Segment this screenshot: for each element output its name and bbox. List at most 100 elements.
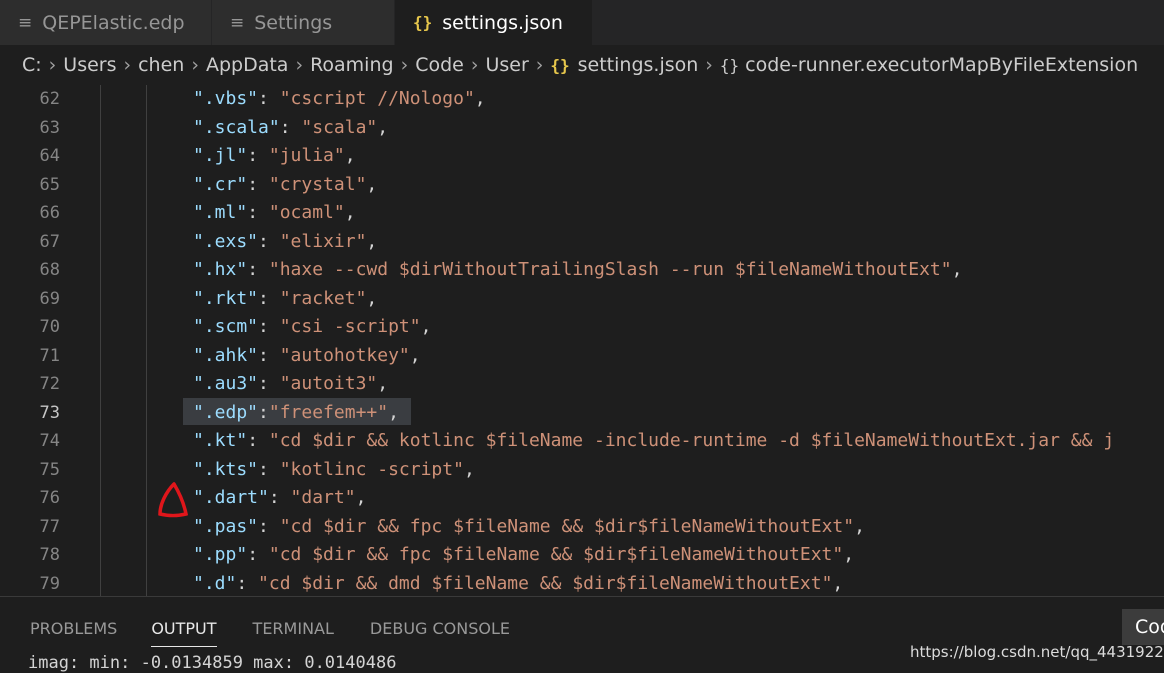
line-number: 69 <box>39 288 60 309</box>
chevron-right-icon: › <box>123 54 132 76</box>
tab-debug-console[interactable]: DEBUG CONSOLE <box>370 597 510 659</box>
json-comma: , <box>854 515 865 537</box>
code-line[interactable]: ".ahk": "autohotkey", <box>193 342 1164 370</box>
json-key: ".exs" <box>193 230 259 252</box>
code-line[interactable]: ".pas": "cd $dir && fpc $fileName && $di… <box>193 513 1164 541</box>
code-line[interactable]: ".vbs": "cscript //Nologo", <box>193 85 1164 113</box>
json-colon: : <box>279 116 302 138</box>
line-number: 67 <box>39 231 60 252</box>
json-colon: : <box>258 88 280 109</box>
json-colon: : <box>247 202 269 223</box>
json-string-value: "elixir" <box>279 230 367 252</box>
code-line[interactable]: ".kt": "cd $dir && kotlinc $fileName -in… <box>193 427 1164 455</box>
indent-guide <box>100 85 101 596</box>
line-number-gutter: 62 63 64 65 66 67 68 69 70 71 72 73 74 75 76 77 78 79 <box>0 85 100 596</box>
breadcrumb-item[interactable]: User <box>485 54 528 76</box>
tab-settings-json[interactable]: {} settings.json <box>395 0 593 45</box>
json-colon: : <box>247 430 269 451</box>
json-colon: : <box>258 287 280 309</box>
json-colon: : <box>247 259 269 280</box>
line-number: 74 <box>39 431 60 451</box>
json-string-value: "julia" <box>268 145 345 166</box>
json-comma: , <box>366 173 378 195</box>
json-key: ".ml" <box>193 202 248 223</box>
code-line[interactable]: ".rkt": "racket", <box>193 285 1164 313</box>
tab-problems[interactable]: PROBLEMS <box>30 597 117 659</box>
code-line[interactable]: ".scm": "csi -script", <box>193 313 1164 341</box>
json-key: ".ahk" <box>193 344 259 366</box>
json-comma: , <box>388 401 399 423</box>
code-line[interactable]: ".exs": "elixir", <box>193 228 1164 256</box>
line-number: 78 <box>39 545 60 565</box>
breadcrumb-file[interactable]: settings.json <box>578 54 699 76</box>
code-editor[interactable]: 62 63 64 65 66 67 68 69 70 71 72 73 74 75 76 77 78 79 ".v… <box>0 85 1164 596</box>
tab-output[interactable]: OUTPUT <box>151 597 217 659</box>
json-comma: , <box>420 316 432 337</box>
code-line[interactable]: ".pp": "cd $dir && fpc $fileName && $dir… <box>193 541 1164 569</box>
output-channel-dropdown[interactable]: Cod <box>1122 609 1164 645</box>
json-key: ".cr" <box>193 173 248 195</box>
breadcrumb-item[interactable]: C: <box>22 54 42 76</box>
json-colon: : <box>258 458 280 480</box>
breadcrumb-item[interactable]: AppData <box>206 54 289 76</box>
line-number: 76 <box>39 488 60 508</box>
tab-bar: ≡ QEPElastic.edp ≡ Settings {} settings.… <box>0 0 1164 45</box>
line-number: 64 <box>39 146 60 166</box>
settings-lines-icon: ≡ <box>230 12 245 33</box>
breadcrumb-item[interactable]: chen <box>138 54 184 76</box>
json-string-value: "csi -script" <box>279 316 421 337</box>
code-line[interactable]: ".cr": "crystal", <box>193 171 1164 199</box>
code-line[interactable]: ".au3": "autoit3", <box>193 370 1164 398</box>
code-line[interactable]: ".hx": "haxe --cwd $dirWithoutTrailingSl… <box>193 256 1164 284</box>
code-line[interactable]: ".d": "cd $dir && dmd $fileName && $dir$… <box>193 570 1164 597</box>
json-string-value: "scala" <box>301 116 378 138</box>
breadcrumb-symbol[interactable]: code-runner.executorMapByFileExtension <box>745 54 1138 76</box>
line-number: 77 <box>39 516 60 537</box>
json-colon: : <box>247 145 269 166</box>
json-colon: : <box>258 344 280 366</box>
chevron-right-icon: › <box>295 54 304 76</box>
json-colon: : <box>258 373 280 394</box>
json-string-value: "cd $dir && fpc $fileName && $dir$fileNa… <box>279 515 855 537</box>
json-string-value: "ocaml" <box>268 202 345 223</box>
code-line[interactable]: ".edp":"freefem++", <box>193 399 1164 427</box>
tab-settings[interactable]: ≡ Settings <box>212 0 395 45</box>
code-line[interactable]: ".kts": "kotlinc -script", <box>193 456 1164 484</box>
json-colon: : <box>258 316 280 337</box>
chevron-right-icon: › <box>535 54 544 76</box>
json-key: ".kt" <box>193 430 248 451</box>
code-line[interactable]: ".jl": "julia", <box>193 142 1164 170</box>
json-string-value: "cd $dir && fpc $fileName && $dir$fileNa… <box>268 544 844 565</box>
json-comma: , <box>832 572 844 594</box>
chevron-right-icon: › <box>48 54 57 76</box>
json-string-value: "cd $dir && kotlinc $fileName -include-r… <box>268 430 1115 451</box>
json-key: ".edp" <box>193 401 259 423</box>
breadcrumb-item[interactable]: Users <box>63 54 116 76</box>
json-colon: : <box>247 544 269 565</box>
breadcrumb-item[interactable]: Roaming <box>310 54 394 76</box>
output-text: imag: min: -0.0134859 max: 0.0140486 <box>28 653 397 673</box>
json-string-value: "autoit3" <box>279 373 378 394</box>
line-number: 63 <box>39 117 60 138</box>
tab-label: QEPElastic.edp <box>42 11 185 34</box>
json-string-value: "cscript //Nologo" <box>279 88 475 109</box>
json-key: ".jl" <box>193 145 248 166</box>
json-string-value: "dart" <box>290 487 356 508</box>
json-key: ".vbs" <box>193 88 259 109</box>
breadcrumb-item[interactable]: Code <box>415 54 464 76</box>
chevron-right-icon: › <box>470 54 479 76</box>
json-comma: , <box>377 373 389 394</box>
json-colon: : <box>258 515 280 537</box>
json-string-value: "haxe --cwd $dirWithoutTrailingSlash --r… <box>268 259 952 280</box>
tab-qepelastic[interactable]: ≡ QEPElastic.edp <box>0 0 212 45</box>
json-braces-icon: {} <box>413 13 433 32</box>
code-line[interactable]: ".ml": "ocaml", <box>193 199 1164 227</box>
json-colon: : <box>268 487 291 508</box>
json-colon: : <box>247 173 269 195</box>
json-key: ".scm" <box>193 316 259 337</box>
code-line[interactable]: ".scala": "scala", <box>193 114 1164 142</box>
tab-terminal[interactable]: TERMINAL <box>253 597 334 659</box>
line-number: 68 <box>39 260 60 280</box>
code-line[interactable]: ".dart": "dart", <box>193 484 1164 512</box>
json-comma: , <box>463 458 475 480</box>
